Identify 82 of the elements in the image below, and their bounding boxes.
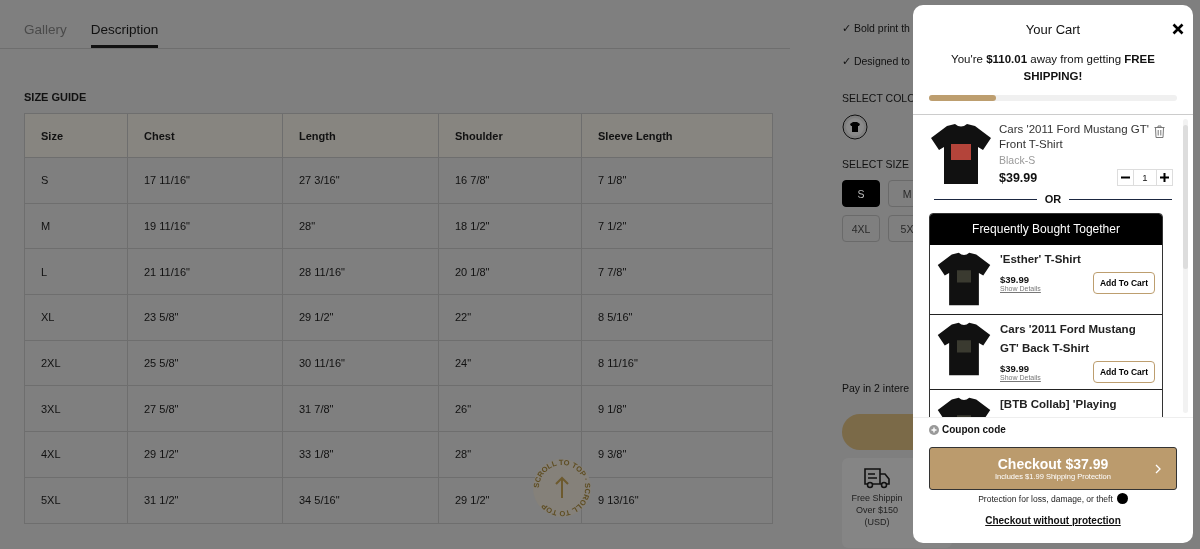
size-option[interactable]: 4XL (842, 215, 880, 242)
table-cell: 8 5/16" (581, 295, 772, 340)
table-cell: 22" (438, 295, 581, 340)
free-shipping-message: You're $110.01 away from getting FREE SHIPPING! (950, 52, 1156, 84)
section-title: SIZE GUIDE (24, 91, 88, 103)
product-title[interactable]: Cars '2011 Ford Mustang GT' Front T-Shirt (999, 122, 1159, 152)
separator-text: OR (1044, 193, 1062, 205)
column-header: Shoulder (438, 114, 581, 157)
product-title[interactable]: 'Esther' T-Shirt (1000, 250, 1155, 269)
add-to-cart-button[interactable]: Add To Cart (1093, 361, 1155, 383)
tshirt-drawing (929, 122, 993, 186)
table-cell: 23 5/8" (127, 295, 282, 340)
plus-circle-icon[interactable] (929, 424, 939, 435)
column-header: Sleeve Length (581, 114, 772, 157)
table-cell: 28" (282, 203, 438, 249)
add-to-cart-button[interactable]: Add To Cart (1093, 272, 1155, 294)
tshirt-drawing (936, 250, 992, 308)
table-cell-text: L (40, 264, 49, 280)
table-cell: 27 3/16" (282, 158, 438, 203)
table-cell: 16 7/8" (438, 158, 581, 203)
table-cell: 29 1/2" (282, 295, 438, 340)
size-label: SELECT SIZE (842, 158, 909, 172)
table-cell: 21 11/16" (127, 249, 282, 295)
table-cell: 31 1/2" (127, 477, 282, 523)
protection-toggle[interactable] (1116, 493, 1128, 504)
table-cell: 18 1/2" (438, 203, 581, 249)
increase-button[interactable] (1157, 170, 1172, 185)
color-swatch-icon[interactable] (842, 114, 868, 140)
table-cell: 26" (438, 386, 581, 432)
table-cell: 7 7/8" (581, 249, 772, 295)
column-header: Length (282, 114, 438, 157)
bundle-header: Frequently Bought Together (930, 214, 1162, 245)
product-title[interactable]: Cars '2011 Ford Mustang GT' Back T-Shirt (1000, 320, 1155, 358)
table-cell: 8 11/16" (581, 340, 772, 386)
tab[interactable]: Description (90, 0, 159, 48)
checkout-without-protection-link[interactable]: Checkout without protection (985, 515, 1121, 526)
product-variant: Black-S (999, 154, 1037, 166)
table-cell-text: 2XL (40, 356, 62, 372)
table-cell-text: 5XL (40, 493, 62, 509)
table-cell: 19 11/16" (127, 203, 282, 249)
shipping-text: Over $150 (856, 504, 898, 516)
feature-text: ✓ Designed to (842, 55, 910, 69)
product-title[interactable]: [BTB Collab] 'Playing (1000, 395, 1155, 414)
table-cell: 7 1/8" (581, 158, 772, 203)
chevron-right-icon (1155, 464, 1161, 474)
table-cell: 29 1/2" (127, 432, 282, 477)
table-cell-text: M (40, 219, 52, 235)
protection-note: Protection for loss, damage, or theft (978, 493, 1113, 504)
table-cell: 7 1/2" (581, 203, 772, 249)
scrollbar[interactable] (1183, 119, 1188, 413)
table-cell: 28 11/16" (282, 249, 438, 295)
trash-icon[interactable] (1154, 125, 1165, 138)
truck-icon (863, 466, 891, 490)
table-cell: 20 1/8" (438, 249, 581, 295)
shipping-text: Free Shippin (851, 492, 903, 504)
table-cell-text: 4XL (40, 447, 62, 463)
table-cell: 25 5/8" (127, 340, 282, 386)
table-cell-text: 3XL (40, 401, 62, 417)
plus-icon (1160, 173, 1169, 182)
column-header: Chest (127, 114, 282, 157)
table-cell: 24" (438, 340, 581, 386)
table-cell: 31 7/8" (282, 386, 438, 432)
feature-text: ✓ Bold print th (842, 22, 910, 36)
cart-title: Your Cart (1025, 21, 1081, 37)
table-cell: 9 1/8" (581, 386, 772, 432)
shipping-text: (USD) (864, 516, 890, 528)
table-cell: 33 1/8" (282, 432, 438, 477)
table-cell: 34 5/16" (282, 477, 438, 523)
table-cell-text: XL (40, 310, 56, 326)
column-header: Size (40, 128, 64, 144)
product-price: $39.99 (1000, 274, 1031, 285)
close-icon[interactable] (1172, 23, 1184, 35)
size-option[interactable]: S (842, 180, 880, 207)
table-cell: 30 11/16" (282, 340, 438, 386)
table-cell: 27 5/8" (127, 386, 282, 432)
tshirt-drawing (936, 320, 992, 378)
table-cell: 17 11/16" (127, 158, 282, 203)
table-cell-text: S (40, 173, 50, 189)
product-price: $39.99 (999, 170, 1038, 185)
payment-note: Pay in 2 intere (842, 382, 910, 394)
product-price: $39.99 (1000, 363, 1031, 374)
coupon-link[interactable]: Coupon code (942, 424, 1006, 435)
